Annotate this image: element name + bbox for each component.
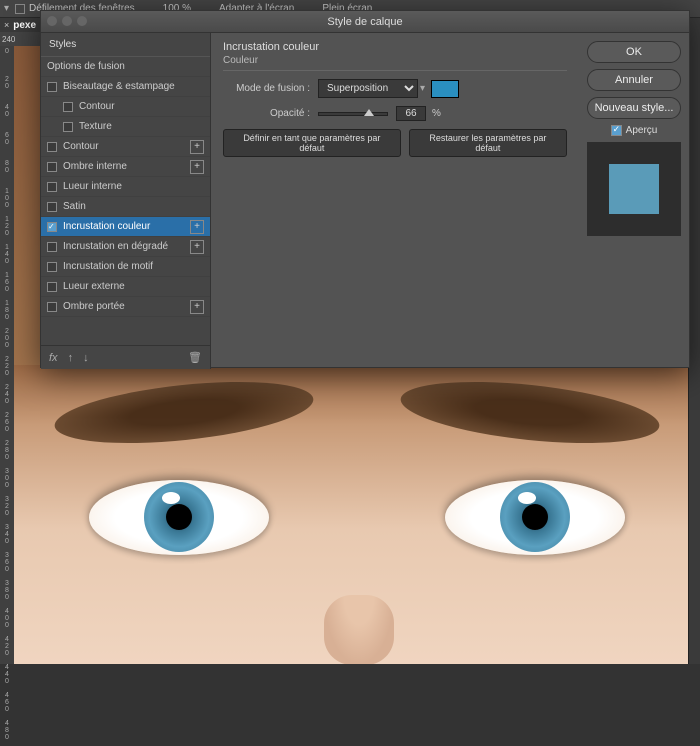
style-checkbox[interactable] [47, 222, 57, 232]
style-checkbox[interactable] [47, 142, 57, 152]
opacity-label: Opacité : [223, 108, 318, 119]
settings-subsection: Couleur [223, 55, 567, 71]
make-default-button[interactable]: Définir en tant que paramètres par défau… [223, 129, 401, 157]
arrow-down-icon[interactable]: ↓ [83, 352, 89, 364]
add-effect-icon[interactable]: + [190, 160, 204, 174]
add-effect-icon[interactable]: + [190, 300, 204, 314]
style-row-7[interactable]: Incrustation couleur + [41, 217, 210, 237]
vertical-ruler: 02 04 06 08 01 0 01 2 01 4 01 6 01 8 02 … [0, 46, 14, 664]
add-effect-icon[interactable]: + [190, 140, 204, 154]
ok-button[interactable]: OK [587, 41, 681, 63]
new-style-button[interactable]: Nouveau style... [587, 97, 681, 119]
add-effect-icon[interactable]: + [190, 220, 204, 234]
style-row-6[interactable]: Satin [41, 197, 210, 217]
scroll-windows-checkbox[interactable] [15, 4, 25, 14]
style-label: Texture [79, 121, 112, 132]
style-label: Lueur interne [63, 181, 122, 192]
style-label: Ombre portée [63, 301, 125, 312]
preview-checkbox[interactable] [611, 125, 622, 136]
dialog-titlebar[interactable]: Style de calque [41, 11, 689, 33]
layer-style-dialog: Style de calque Styles Options de fusion… [40, 10, 690, 368]
styles-footer: fx ↑ ↓ 🗑 [41, 345, 210, 369]
style-label: Incrustation couleur [63, 221, 150, 232]
style-label: Lueur externe [63, 281, 125, 292]
blend-mode-select[interactable]: Superposition [318, 79, 418, 98]
style-row-0[interactable]: Biseautage & estampage [41, 77, 210, 97]
color-swatch[interactable] [431, 80, 459, 98]
document-image [14, 365, 700, 664]
opacity-input[interactable] [396, 106, 426, 121]
style-row-9[interactable]: Incrustation de motif [41, 257, 210, 277]
opacity-unit: % [432, 108, 441, 119]
style-row-2[interactable]: Texture [41, 117, 210, 137]
settings-panel: Incrustation couleur Couleur Mode de fus… [211, 33, 579, 369]
style-checkbox[interactable] [47, 262, 57, 272]
style-label: Biseautage & estampage [63, 81, 175, 92]
style-label: Incrustation de motif [63, 261, 153, 272]
fx-icon[interactable]: fx [49, 352, 58, 364]
window-controls[interactable] [47, 16, 87, 26]
style-checkbox[interactable] [47, 242, 57, 252]
style-checkbox[interactable] [63, 122, 73, 132]
add-effect-icon[interactable]: + [190, 240, 204, 254]
preview-checkbox-row[interactable]: Aperçu [587, 125, 681, 136]
reset-default-button[interactable]: Restaurer les paramètres par défaut [409, 129, 567, 157]
style-checkbox[interactable] [47, 182, 57, 192]
blending-options-row[interactable]: Options de fusion [41, 57, 210, 77]
style-checkbox[interactable] [47, 282, 57, 292]
style-checkbox[interactable] [47, 302, 57, 312]
styles-header: Styles [41, 33, 210, 57]
style-row-3[interactable]: Contour + [41, 137, 210, 157]
tab-name[interactable]: pexe [13, 20, 36, 31]
trash-icon[interactable]: 🗑 [188, 351, 202, 364]
style-checkbox[interactable] [47, 162, 57, 172]
style-label: Incrustation en dégradé [63, 241, 168, 252]
preview-swatch [609, 164, 659, 214]
style-row-4[interactable]: Ombre interne + [41, 157, 210, 177]
style-checkbox[interactable] [63, 102, 73, 112]
blend-mode-label: Mode de fusion : [223, 83, 318, 94]
style-checkbox[interactable] [47, 82, 57, 92]
cancel-button[interactable]: Annuler [587, 69, 681, 91]
dialog-right-panel: OK Annuler Nouveau style... Aperçu [579, 33, 689, 369]
tab-close-icon[interactable]: × [4, 20, 9, 30]
chevron-down-icon[interactable]: ▾ [420, 83, 425, 94]
style-row-8[interactable]: Incrustation en dégradé + [41, 237, 210, 257]
style-row-1[interactable]: Contour [41, 97, 210, 117]
style-checkbox[interactable] [47, 202, 57, 212]
dialog-title: Style de calque [327, 16, 402, 28]
style-label: Ombre interne [63, 161, 127, 172]
opacity-slider[interactable] [318, 112, 388, 116]
style-row-5[interactable]: Lueur interne [41, 177, 210, 197]
preview-box [587, 142, 681, 236]
styles-panel: Styles Options de fusion Biseautage & es… [41, 33, 211, 369]
style-row-11[interactable]: Ombre portée + [41, 297, 210, 317]
settings-section-title: Incrustation couleur [223, 41, 567, 53]
arrow-up-icon[interactable]: ↑ [68, 352, 74, 364]
style-row-10[interactable]: Lueur externe [41, 277, 210, 297]
preview-label: Aperçu [626, 125, 658, 136]
style-label: Contour [63, 141, 99, 152]
style-label: Satin [63, 201, 86, 212]
style-label: Contour [79, 101, 115, 112]
